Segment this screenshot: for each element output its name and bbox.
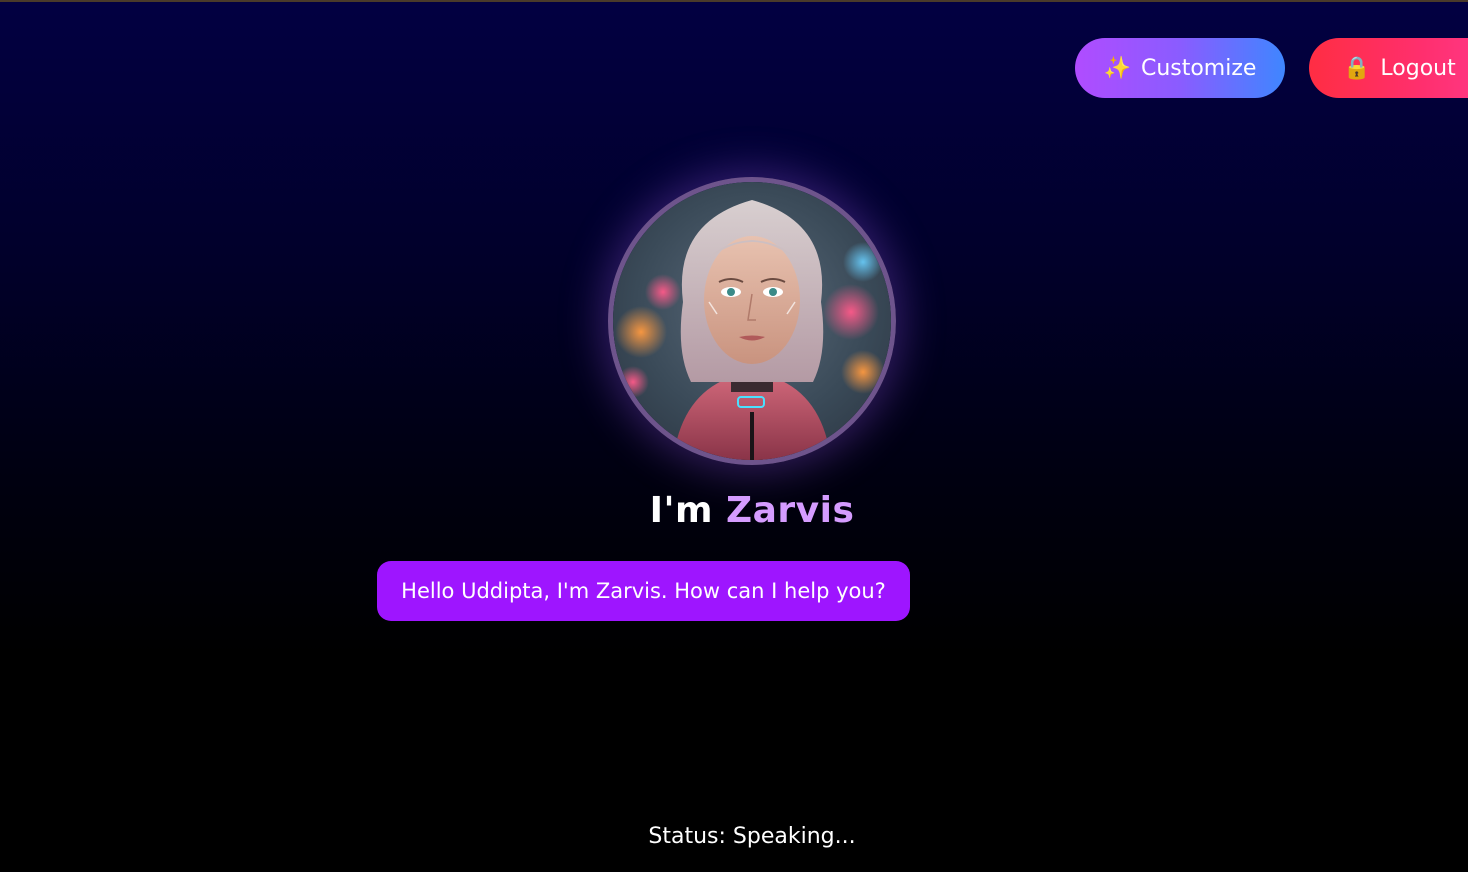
status-text: Status: Speaking... <box>648 824 856 849</box>
assistant-message-bubble: Hello Uddipta, I'm Zarvis. How can I hel… <box>377 561 910 621</box>
top-border <box>0 0 1468 2</box>
avatar-frame <box>608 177 896 465</box>
assistant-avatar <box>608 177 896 465</box>
sparkles-icon: ✨ <box>1103 55 1131 81</box>
logout-button[interactable]: 🔒 Logout <box>1309 38 1468 98</box>
customize-label: Customize <box>1140 55 1257 81</box>
logout-label: Logout <box>1380 55 1456 81</box>
lock-icon: 🔒 <box>1343 55 1371 81</box>
customize-button[interactable]: ✨ Customize <box>1075 38 1285 98</box>
assistant-message-text: Hello Uddipta, I'm Zarvis. How can I hel… <box>401 579 886 603</box>
assistant-name: Zarvis <box>726 490 855 531</box>
assistant-title: I'm Zarvis <box>0 490 1468 531</box>
avatar-portrait-image <box>613 182 891 460</box>
title-prefix: I'm <box>649 490 727 531</box>
